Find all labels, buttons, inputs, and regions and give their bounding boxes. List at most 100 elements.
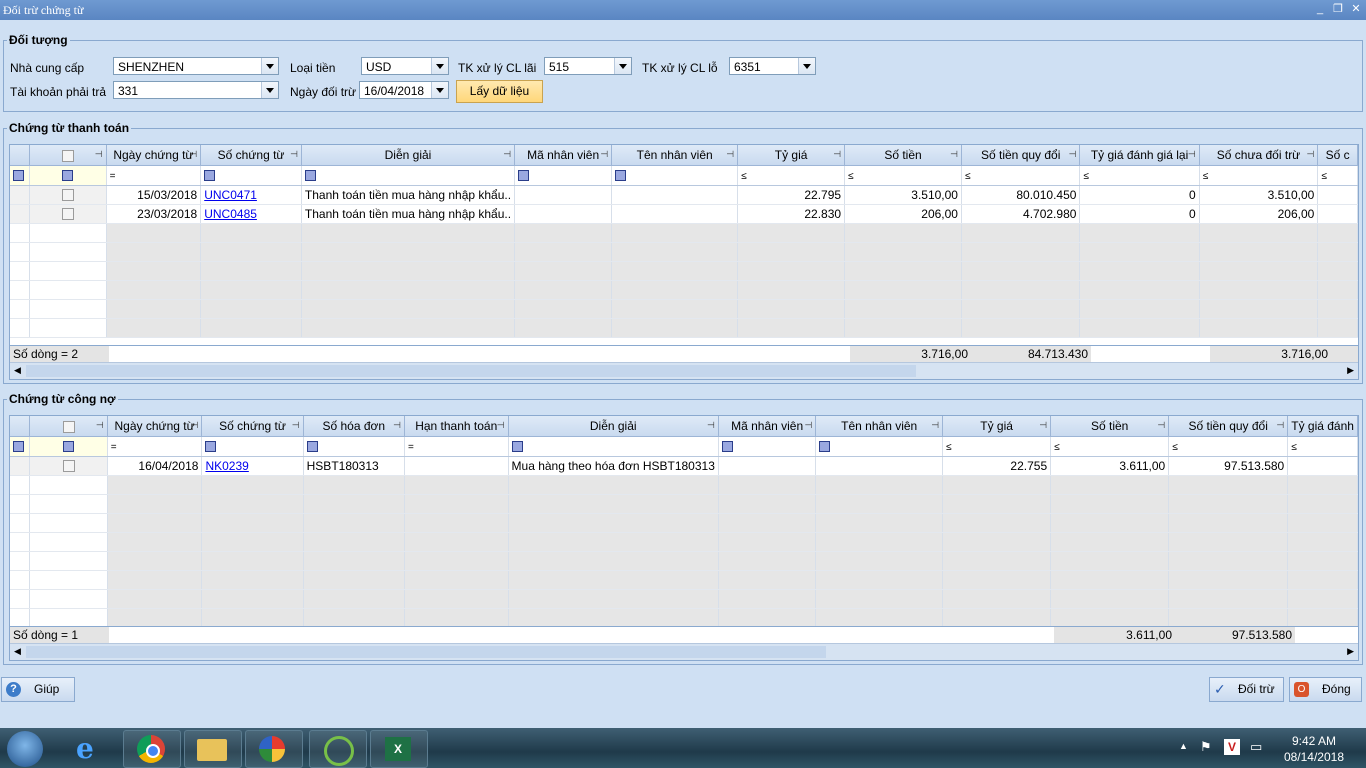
lay-du-lieu-button[interactable]: Lấy dữ liệu (456, 80, 543, 103)
col-ngay-chung-tu[interactable]: Ngày chứng từ ⊣ (106, 145, 202, 166)
scroll-thumb[interactable] (26, 646, 826, 658)
table-row[interactable]: 15/03/2018 UNC0471 Thanh toán tiền mua h… (10, 185, 1358, 205)
filter-cell[interactable] (201, 436, 304, 457)
select-all-header[interactable]: ⊣ (29, 145, 107, 166)
col-dien-giai[interactable]: Diễn giải ⊣ (301, 145, 516, 166)
pin-icon[interactable]: ⊣ (1039, 420, 1047, 431)
chevron-down-icon[interactable] (798, 58, 815, 74)
row-checkbox[interactable] (62, 460, 75, 473)
filter-cell[interactable] (29, 436, 108, 457)
filter-operator[interactable]: = (408, 442, 414, 453)
filter-cell[interactable] (29, 165, 107, 186)
filter-cell[interactable]: ≤ (942, 436, 1052, 457)
scroll-left-icon[interactable]: ◀ (14, 365, 21, 376)
select-all-checkbox[interactable] (61, 149, 74, 162)
filter-operator[interactable]: ≤ (946, 442, 952, 453)
filter-operator[interactable]: ≤ (741, 171, 747, 182)
cell-so-ct[interactable]: UNC0471 (200, 185, 302, 205)
col-ten-nhan-vien[interactable]: Tên nhân viên ⊣ (611, 145, 739, 166)
tray-chevron-icon[interactable]: ▲ (1179, 741, 1188, 751)
table-row[interactable]: 16/04/2018 NK0239 HSBT180313 Mua hàng th… (10, 456, 1358, 476)
filter-icon[interactable] (511, 441, 523, 453)
chevron-down-icon[interactable] (431, 82, 448, 98)
col-so-c[interactable]: Số c (1317, 145, 1358, 166)
filter-operator[interactable]: = (110, 171, 116, 182)
col-so-tien-quy-doi[interactable]: Số tiền quy đổi ⊣ (1168, 416, 1289, 437)
filter-cell[interactable]: ≤ (1287, 436, 1358, 457)
vbox-icon[interactable]: V (1224, 739, 1240, 755)
filter-icon[interactable] (13, 170, 24, 182)
col-so-tien[interactable]: Số tiền ⊣ (1050, 416, 1170, 437)
cell-so-ct[interactable]: UNC0485 (200, 204, 302, 224)
pin-icon[interactable]: ⊣ (191, 420, 199, 431)
filter-icon[interactable] (819, 441, 831, 453)
tai-khoan-combo[interactable]: 331 (113, 81, 279, 99)
scroll-right-icon[interactable]: ▶ (1347, 365, 1354, 376)
scroll-thumb[interactable] (26, 365, 916, 377)
col-so-tien[interactable]: Số tiền ⊣ (844, 145, 962, 166)
pin-icon[interactable]: ⊣ (707, 420, 715, 431)
filter-icon[interactable] (205, 441, 217, 453)
filter-icon[interactable] (518, 170, 530, 182)
row-select[interactable] (29, 185, 107, 205)
nha-cung-cap-combo[interactable]: SHENZHEN (113, 57, 279, 75)
filter-operator[interactable]: ≤ (965, 171, 971, 182)
ie-icon[interactable]: e (62, 730, 118, 766)
filter-cell[interactable]: ≤ (1079, 165, 1200, 186)
pin-icon[interactable]: ⊣ (600, 149, 608, 160)
col-dien-giai[interactable]: Diễn giải ⊣ (508, 416, 719, 437)
filter-cell[interactable]: = (106, 165, 202, 186)
filter-cell[interactable]: = (107, 436, 203, 457)
col-ten-nhan-vien[interactable]: Tên nhân viên ⊣ (815, 416, 944, 437)
tk-lo-combo[interactable]: 6351 (729, 57, 816, 75)
col-ty-gia-danh[interactable]: Tỷ giá đánh (1287, 416, 1358, 437)
filter-icon[interactable] (63, 441, 75, 453)
display-icon[interactable]: ▭ (1250, 739, 1262, 755)
explorer-icon[interactable] (184, 730, 242, 768)
filter-cell[interactable]: = (404, 436, 509, 457)
filter-cell[interactable] (718, 436, 817, 457)
row-checkbox[interactable] (61, 189, 74, 202)
app-icon[interactable] (309, 730, 367, 768)
filter-cell[interactable]: ≤ (1168, 436, 1289, 457)
chevron-down-icon[interactable] (261, 58, 278, 74)
chevron-down-icon[interactable] (261, 82, 278, 98)
col-ma-nhan-vien[interactable]: Mã nhân viên ⊣ (514, 145, 613, 166)
filter-cell[interactable] (200, 165, 302, 186)
clock[interactable]: 9:42 AM 08/14/2018 (1284, 733, 1344, 765)
filter-icon[interactable] (13, 441, 24, 453)
pin-icon[interactable]: ⊣ (290, 149, 298, 160)
scroll-right-icon[interactable]: ▶ (1347, 646, 1354, 657)
table-row[interactable]: 23/03/2018 UNC0485 Thanh toán tiền mua h… (10, 204, 1358, 224)
row-select[interactable] (29, 204, 107, 224)
col-ty-gia-danh-gia-lai[interactable]: Tỷ giá đánh giá lại ⊣ (1079, 145, 1200, 166)
close-icon[interactable]: ✕ (1350, 2, 1362, 16)
close-button[interactable]: O Đóng (1289, 677, 1362, 702)
network-flag-icon[interactable]: ⚑ (1200, 739, 1212, 755)
cell-so-ct[interactable]: NK0239 (201, 456, 304, 476)
pin-icon[interactable]: ⊣ (931, 420, 939, 431)
horizontal-scrollbar[interactable]: ◀ ▶ (10, 362, 1358, 379)
filter-cell[interactable] (611, 165, 739, 186)
pin-icon[interactable]: ⊣ (292, 420, 300, 431)
filter-cell[interactable] (815, 436, 944, 457)
filter-icon[interactable] (204, 170, 216, 182)
help-button[interactable]: ? Giúp (1, 677, 75, 702)
pin-icon[interactable]: ⊣ (189, 149, 197, 160)
col-ngay-chung-tu[interactable]: Ngày chứng từ ⊣ (107, 416, 203, 437)
pin-icon[interactable]: ⊣ (950, 149, 958, 160)
filter-cell[interactable]: ≤ (737, 165, 846, 186)
filter-cell[interactable]: ≤ (961, 165, 1081, 186)
voucher-link[interactable]: NK0239 (205, 459, 248, 473)
minimize-icon[interactable]: _ (1314, 2, 1326, 16)
filter-cell[interactable]: ≤ (844, 165, 962, 186)
horizontal-scrollbar[interactable]: ◀ ▶ (10, 643, 1358, 660)
start-button[interactable] (7, 731, 43, 767)
filter-operator[interactable]: ≤ (848, 171, 854, 182)
restore-icon[interactable]: ❐ (1332, 2, 1344, 16)
misa-icon[interactable] (245, 730, 303, 768)
filter-operator[interactable]: ≤ (1203, 171, 1209, 182)
filter-icon[interactable] (615, 170, 627, 182)
chrome-icon[interactable] (123, 730, 181, 768)
select-all-checkbox[interactable] (62, 420, 75, 433)
